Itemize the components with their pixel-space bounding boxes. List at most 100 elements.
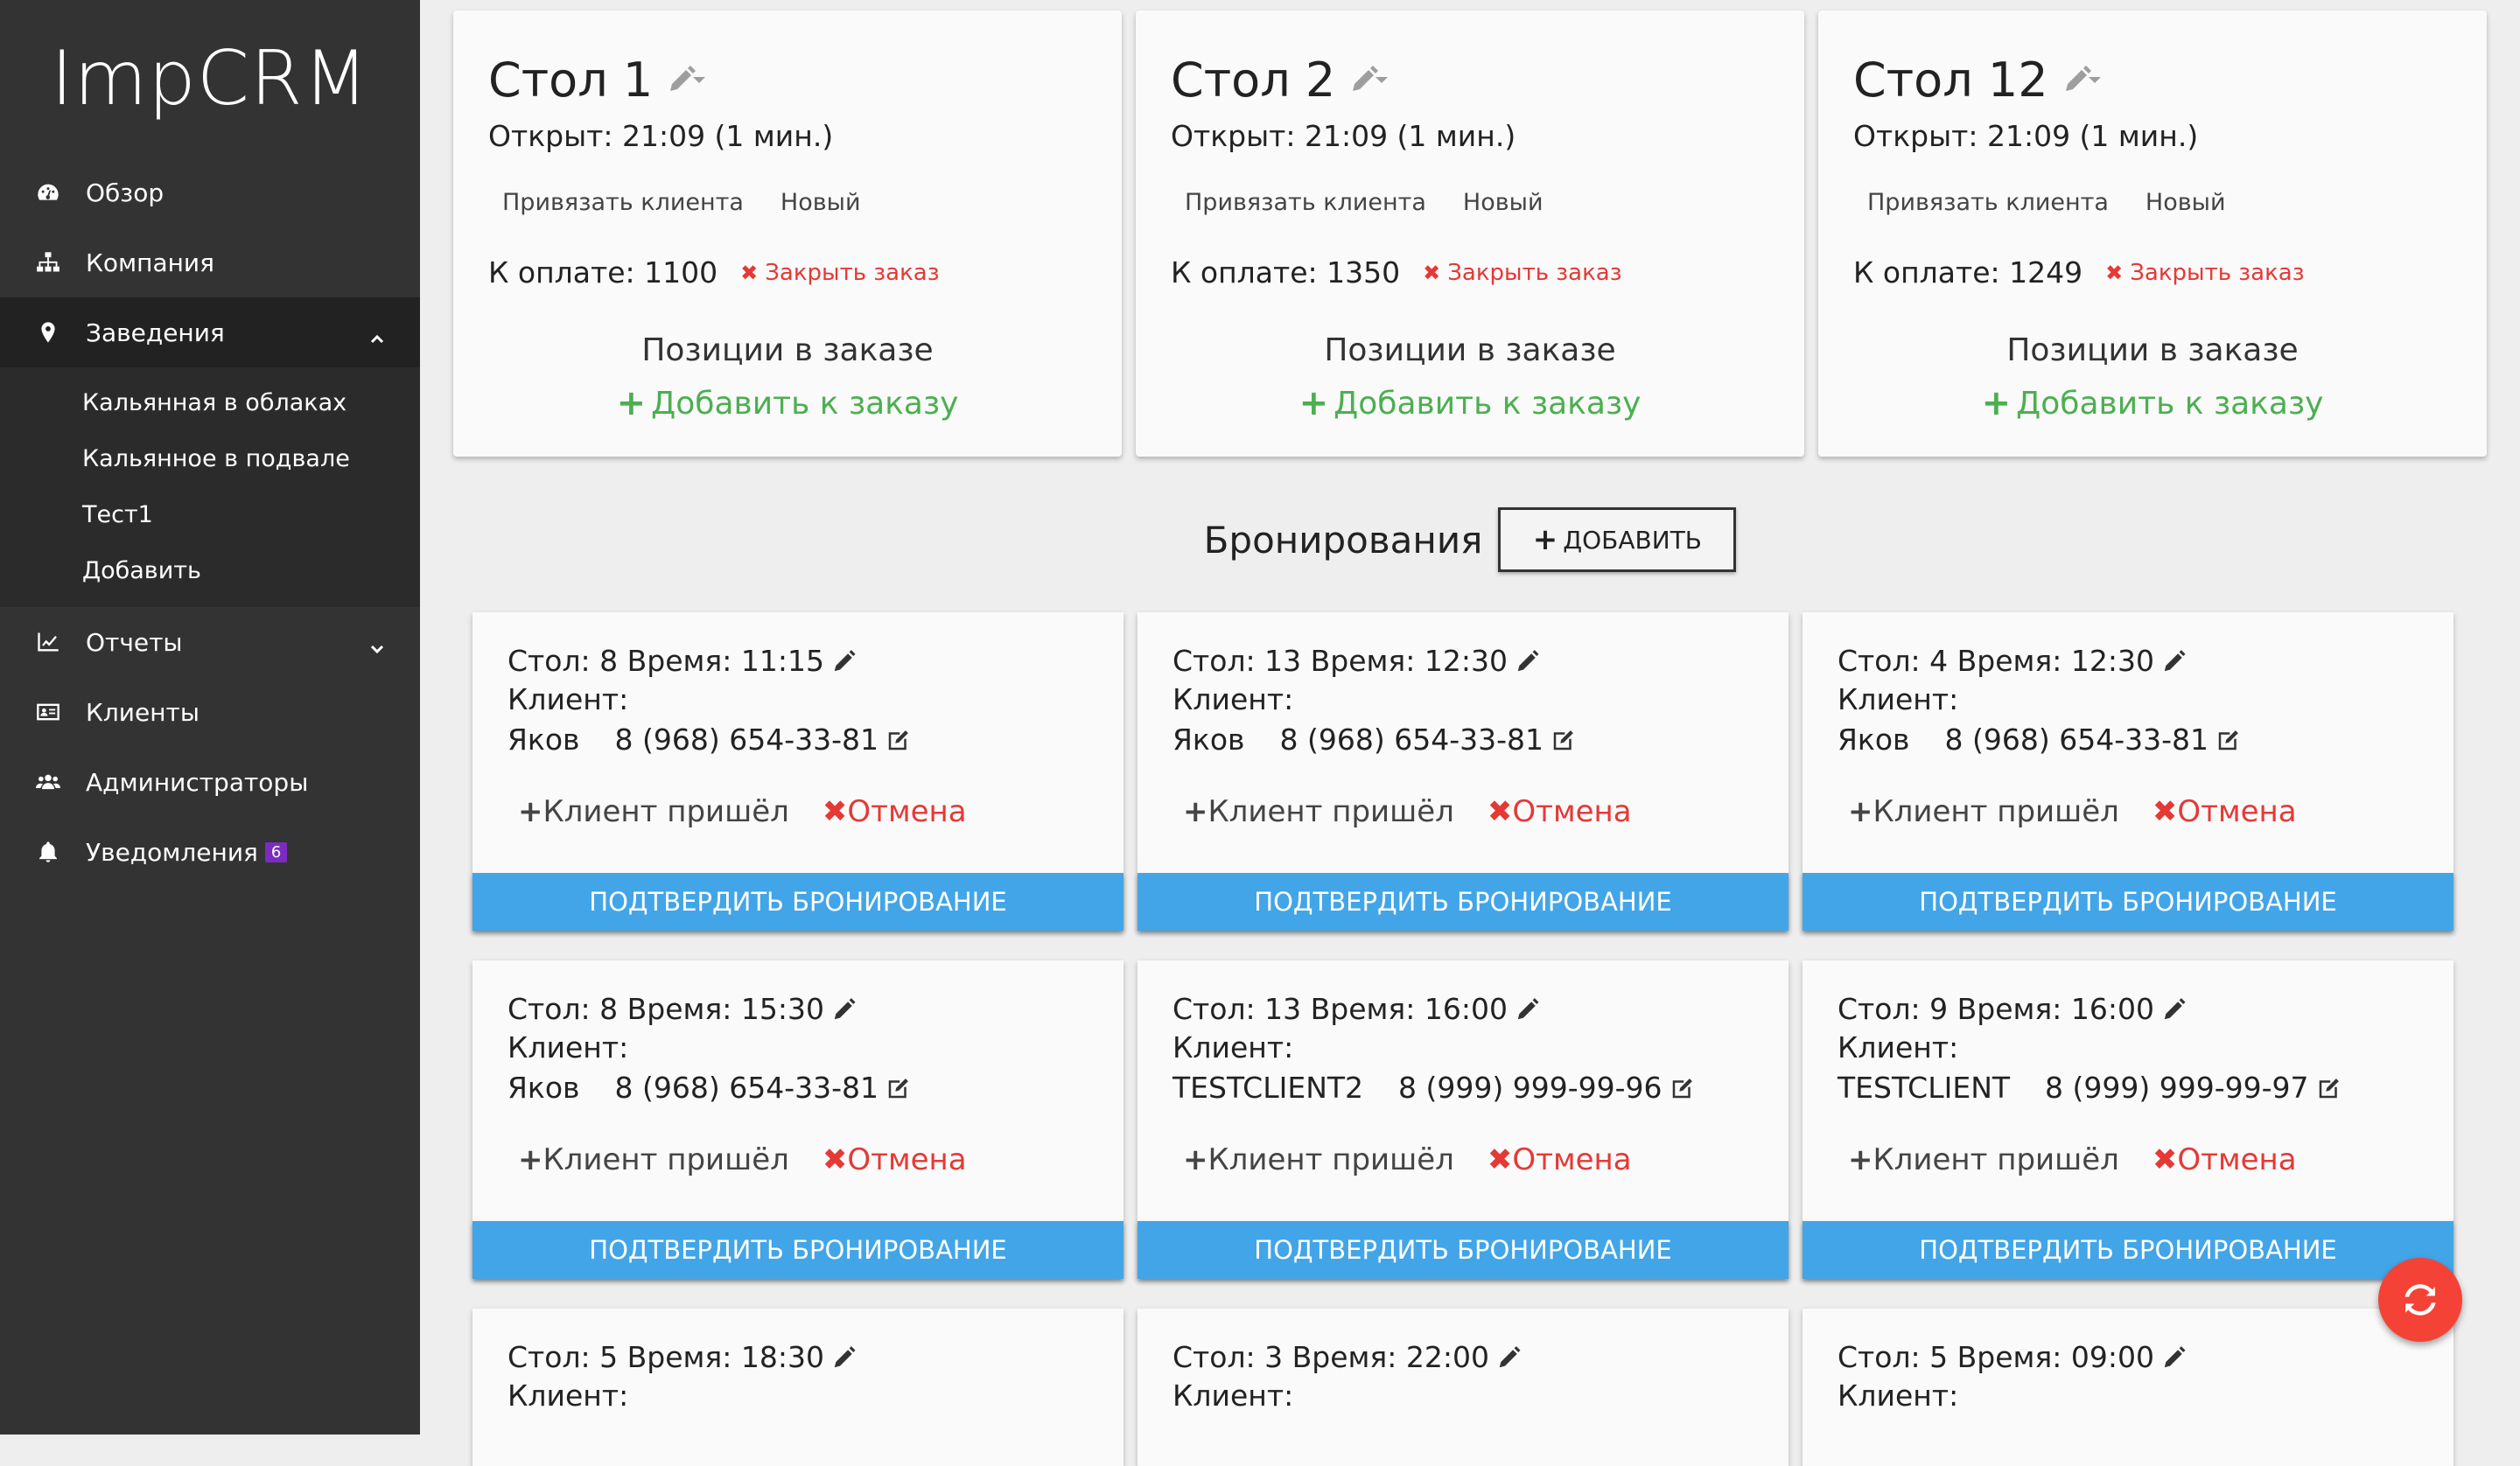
table-card: Стол 2 Открыт: 21:09 (1 мин.) Привязать …: [1136, 10, 1804, 457]
pencil-icon[interactable]: [1496, 1344, 1522, 1371]
client-phone: 8 (968) 654-33-81: [1944, 723, 2209, 757]
client-came-button[interactable]: +Клиент пришёл: [518, 1142, 789, 1177]
sidebar-subitem-venue-1[interactable]: Кальянная в облаках: [0, 374, 420, 430]
new-client-link[interactable]: Новый: [780, 189, 861, 216]
confirm-booking-button[interactable]: ПОДТВЕРДИТЬ БРОНИРОВАНИЕ: [1138, 873, 1788, 931]
pencil-icon[interactable]: [1515, 648, 1541, 674]
to-pay: К оплате: 1100 ✖ Закрыть заказ: [488, 255, 940, 290]
booking-table-time: Стол: 13 Время: 16:00: [1172, 992, 1541, 1026]
close-order-button[interactable]: ✖ Закрыть заказ: [1423, 260, 1621, 286]
sidebar-subitem-venue-3[interactable]: Тест1: [0, 486, 420, 542]
edit-icon[interactable]: [886, 727, 912, 753]
client-name: Яков: [508, 723, 580, 757]
sidebar-item-reports[interactable]: Отчеты: [0, 607, 420, 677]
pencil-icon[interactable]: [2161, 648, 2188, 674]
table-title: Стол 12: [1853, 52, 2103, 108]
edit-icon[interactable]: [1550, 727, 1577, 753]
close-icon: ✖: [2105, 260, 2124, 285]
confirm-booking-button[interactable]: ПОДТВЕРДИТЬ БРОНИРОВАНИЕ: [1138, 1221, 1788, 1279]
booking-client-info: Яков 8 (968) 654-33-81: [508, 723, 912, 757]
sidebar-item-admins[interactable]: Администраторы: [0, 747, 420, 817]
close-order-button[interactable]: ✖ Закрыть заказ: [2105, 260, 2304, 286]
pencil-icon[interactable]: [1515, 996, 1541, 1023]
table-title: Стол 1: [488, 52, 707, 108]
sidebar-subitem-add[interactable]: Добавить: [0, 542, 420, 598]
cancel-booking-button[interactable]: ✖Отмена: [1488, 794, 1632, 829]
table-links: Привязать клиента Новый: [1867, 189, 2226, 216]
sidebar-item-company[interactable]: Компания: [0, 227, 420, 297]
sidebar-item-clients[interactable]: Клиенты: [0, 677, 420, 747]
edit-icon[interactable]: [2216, 727, 2242, 753]
pencil-icon[interactable]: [2161, 996, 2188, 1023]
add-to-order-button[interactable]: + Добавить к заказу: [453, 383, 1122, 423]
close-order-button[interactable]: ✖ Закрыть заказ: [740, 260, 939, 286]
link-client-link[interactable]: Привязать клиента: [1867, 189, 2109, 216]
order-positions-label: Позиции в заказе: [641, 332, 934, 368]
confirm-booking-button[interactable]: ПОДТВЕРДИТЬ БРОНИРОВАНИЕ: [1802, 1221, 2454, 1279]
booking-client-info: Яков 8 (968) 654-33-81: [1172, 723, 1577, 757]
plus-icon: +: [616, 383, 647, 423]
cancel-booking-button[interactable]: ✖Отмена: [1488, 1142, 1632, 1177]
new-client-link[interactable]: Новый: [2146, 189, 2226, 216]
client-came-button[interactable]: +Клиент пришёл: [1183, 794, 1454, 829]
confirm-booking-button[interactable]: ПОДТВЕРДИТЬ БРОНИРОВАНИЕ: [472, 873, 1124, 931]
table-title: Стол 2: [1171, 52, 1390, 108]
plus-icon: +: [1183, 794, 1208, 829]
pencil-icon[interactable]: [831, 648, 858, 674]
notifications-badge: 6: [264, 841, 288, 862]
chevron-down-icon: [369, 634, 385, 654]
sidebar-item-notifications[interactable]: Уведомления 6: [0, 817, 420, 887]
pencil-dropdown-icon[interactable]: [665, 63, 707, 98]
cancel-booking-button[interactable]: ✖Отмена: [2152, 1142, 2297, 1177]
client-came-button[interactable]: +Клиент пришёл: [1848, 1142, 2119, 1177]
confirm-booking-button[interactable]: ПОДТВЕРДИТЬ БРОНИРОВАНИЕ: [472, 1221, 1124, 1279]
table-links: Привязать клиента Новый: [502, 189, 861, 216]
sidebar-item-venues[interactable]: Заведения: [0, 297, 420, 367]
add-to-order-button[interactable]: + Добавить к заказу: [1136, 383, 1804, 423]
add-to-order-button[interactable]: + Добавить к заказу: [1818, 383, 2487, 423]
pencil-icon[interactable]: [2161, 1344, 2188, 1371]
client-name: TESTCLIENT: [1838, 1071, 2011, 1105]
link-client-link[interactable]: Привязать клиента: [1185, 189, 1426, 216]
plus-icon: +: [1183, 1142, 1208, 1177]
booking-table-time: Стол: 3 Время: 22:00: [1172, 1340, 1522, 1374]
refresh-button[interactable]: [2378, 1258, 2462, 1342]
booking-card: Стол: 5 Время: 18:30 Клиент:: [472, 1309, 1124, 1466]
plus-icon: +: [1848, 1142, 1873, 1177]
table-card: Стол 1 Открыт: 21:09 (1 мин.) Привязать …: [453, 10, 1122, 457]
sidebar-item-overview[interactable]: Обзор: [0, 157, 420, 227]
booking-card: Стол: 3 Время: 22:00 Клиент:: [1138, 1309, 1788, 1466]
dashboard-icon: [33, 178, 63, 207]
booking-client-label: Клиент:: [1172, 1030, 1294, 1065]
sidebar-subitem-venue-2[interactable]: Кальянное в подвале: [0, 430, 420, 486]
new-client-link[interactable]: Новый: [1463, 189, 1544, 216]
client-phone: 8 (999) 999-99-97: [2045, 1071, 2309, 1105]
brand-logo[interactable]: ImpCRM: [0, 0, 420, 157]
pencil-dropdown-icon[interactable]: [1348, 63, 1390, 98]
booking-actions: +Клиент пришёл ✖Отмена: [1183, 1142, 1632, 1177]
pencil-icon[interactable]: [831, 1344, 858, 1371]
edit-icon[interactable]: [1670, 1075, 1696, 1101]
client-came-button[interactable]: +Клиент пришёл: [1183, 1142, 1454, 1177]
main-content: Стол 1 Открыт: 21:09 (1 мин.) Привязать …: [420, 0, 2520, 1466]
edit-icon[interactable]: [886, 1075, 912, 1101]
order-positions-label: Позиции в заказе: [2006, 332, 2299, 368]
booking-actions: +Клиент пришёл ✖Отмена: [1183, 794, 1632, 829]
booking-table-time: Стол: 9 Время: 16:00: [1838, 992, 2188, 1026]
cancel-booking-button[interactable]: ✖Отмена: [822, 1142, 967, 1177]
confirm-booking-button[interactable]: ПОДТВЕРДИТЬ БРОНИРОВАНИЕ: [1802, 873, 2454, 931]
link-client-link[interactable]: Привязать клиента: [502, 189, 744, 216]
sidebar-item-label: Клиенты: [86, 697, 200, 727]
plus-icon: +: [1981, 383, 2012, 423]
add-booking-button[interactable]: + ДОБАВИТЬ: [1498, 507, 1737, 572]
booking-actions: +Клиент пришёл ✖Отмена: [1848, 794, 2297, 829]
pencil-icon[interactable]: [831, 996, 858, 1023]
cancel-booking-button[interactable]: ✖Отмена: [2152, 794, 2297, 829]
client-came-button[interactable]: +Клиент пришёл: [518, 794, 789, 829]
client-name: TESTCLIENT2: [1172, 1071, 1364, 1105]
booking-client-label: Клиент:: [1838, 682, 1959, 716]
pencil-dropdown-icon[interactable]: [2061, 63, 2103, 98]
cancel-booking-button[interactable]: ✖Отмена: [822, 794, 967, 829]
edit-icon[interactable]: [2316, 1075, 2342, 1101]
client-came-button[interactable]: +Клиент пришёл: [1848, 794, 2119, 829]
